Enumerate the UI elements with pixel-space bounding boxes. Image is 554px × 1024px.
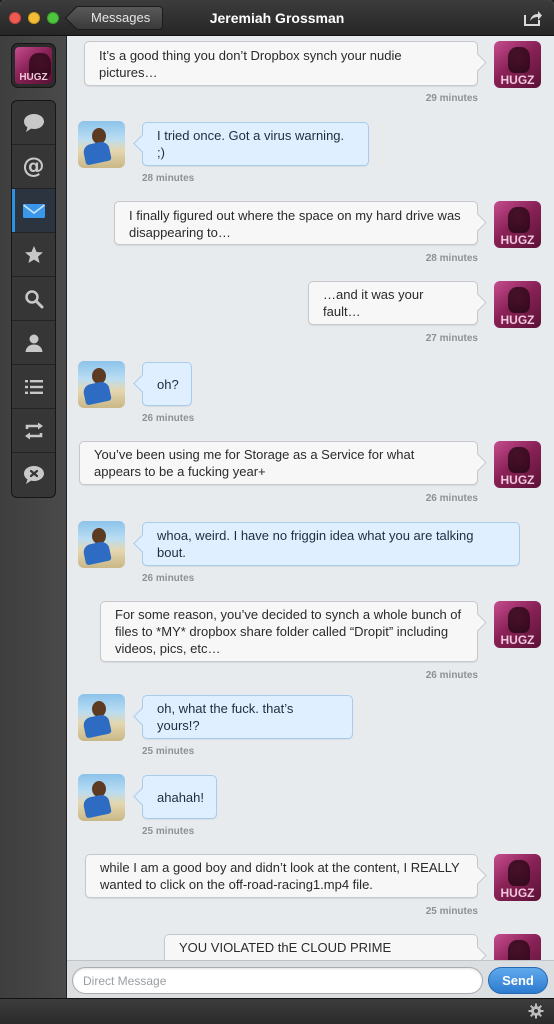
- message-text: whoa, weird. I have no friggin idea what…: [157, 528, 474, 560]
- nav-favorites[interactable]: [12, 233, 55, 277]
- my-avatar[interactable]: HUGZ: [494, 934, 541, 960]
- avatar-text: HUGZ: [500, 73, 535, 87]
- message-text: I finally figured out where the space on…: [129, 207, 461, 240]
- incoming-message[interactable]: I tried once. Got a virus warning. ;): [142, 122, 369, 166]
- direct-message-input[interactable]: [72, 967, 483, 994]
- contact-avatar[interactable]: [78, 521, 125, 568]
- outgoing-message[interactable]: YOU VIOLATED thE CLOUD PRIME DIRECTIVE: [164, 934, 478, 960]
- outgoing-message[interactable]: It’s a good thing you don’t Dropbox sync…: [84, 41, 478, 86]
- nav-search[interactable]: [12, 277, 55, 321]
- message-text: It’s a good thing you don’t Dropbox sync…: [99, 47, 402, 80]
- send-button[interactable]: Send: [488, 967, 548, 994]
- message-timestamp: 27 minutes: [425, 333, 478, 344]
- message-text: …and it was your fault…: [323, 287, 424, 319]
- message-text: For some reason, you’ve decided to synch…: [115, 607, 462, 656]
- my-avatar[interactable]: HUGZ: [494, 201, 541, 248]
- at-sign-icon: @: [22, 154, 45, 179]
- message-timestamp: 25 minutes: [425, 906, 478, 917]
- message-text: oh, what the fuck. that’s yours!?: [157, 701, 294, 733]
- incoming-message[interactable]: oh, what the fuck. that’s yours!?: [142, 695, 353, 739]
- message-timestamp: 25 minutes: [142, 826, 195, 837]
- message-text: while I am a good boy and didn’t look at…: [100, 860, 460, 892]
- nav-stack: @: [11, 100, 56, 498]
- message-timestamp: 26 minutes: [142, 573, 195, 584]
- list-icon: [24, 379, 43, 394]
- nav-messages[interactable]: [12, 189, 55, 233]
- message-text: oh?: [157, 376, 179, 392]
- message-timestamp: 28 minutes: [142, 173, 195, 184]
- message-text: ahahah!: [157, 789, 204, 805]
- search-icon: [24, 289, 43, 308]
- contact-avatar[interactable]: [78, 774, 125, 821]
- incoming-message[interactable]: whoa, weird. I have no friggin idea what…: [142, 522, 520, 566]
- nav-profile[interactable]: [12, 321, 55, 365]
- outgoing-message[interactable]: For some reason, you’ve decided to synch…: [100, 601, 478, 662]
- contact-avatar[interactable]: [78, 121, 125, 168]
- message-text: I tried once. Got a virus warning. ;): [157, 128, 345, 160]
- retweet-icon: [24, 422, 43, 439]
- my-avatar[interactable]: HUGZ: [494, 854, 541, 901]
- nav-muted[interactable]: [12, 453, 55, 497]
- account-avatar: HUGZ: [15, 47, 52, 84]
- nav-lists[interactable]: [12, 365, 55, 409]
- gear-icon[interactable]: [528, 1003, 544, 1019]
- outgoing-message[interactable]: You’ve been using me for Storage as a Se…: [79, 441, 478, 485]
- envelope-icon: [22, 203, 45, 218]
- outgoing-message[interactable]: while I am a good boy and didn’t look at…: [85, 854, 478, 898]
- nav-timeline[interactable]: [12, 101, 55, 145]
- message-timestamp: 26 minutes: [425, 493, 478, 504]
- contact-avatar[interactable]: [78, 361, 125, 408]
- message-timestamp: 28 minutes: [425, 253, 478, 264]
- bottom-bar: [0, 998, 554, 1024]
- sidebar: HUGZ @: [0, 36, 67, 998]
- nav-retweets[interactable]: [12, 409, 55, 453]
- person-icon: [25, 334, 42, 352]
- message-timestamp: 26 minutes: [142, 413, 195, 424]
- nav-mentions[interactable]: @: [12, 145, 55, 189]
- title-bar: Jeremiah Grossman Messages: [0, 0, 554, 36]
- star-icon: [24, 245, 43, 263]
- back-to-messages-button[interactable]: Messages: [74, 6, 164, 30]
- incoming-message[interactable]: ahahah!: [142, 775, 217, 819]
- incoming-message[interactable]: oh?: [142, 362, 192, 406]
- my-avatar[interactable]: HUGZ: [494, 41, 541, 88]
- share-icon[interactable]: [523, 9, 543, 27]
- my-avatar[interactable]: HUGZ: [494, 441, 541, 488]
- contact-avatar[interactable]: [78, 694, 125, 741]
- message-thread[interactable]: It’s a good thing you don’t Dropbox sync…: [67, 36, 554, 960]
- my-avatar[interactable]: HUGZ: [494, 281, 541, 328]
- avatar-text: HUGZ: [500, 233, 535, 247]
- my-avatar[interactable]: HUGZ: [494, 601, 541, 648]
- app-window: Jeremiah Grossman Messages HUGZ @ It’s a…: [0, 0, 554, 1024]
- message-timestamp: 26 minutes: [425, 670, 478, 681]
- message-text: YOU VIOLATED thE CLOUD PRIME DIRECTIVE: [179, 940, 392, 960]
- outgoing-message[interactable]: …and it was your fault…: [308, 281, 478, 325]
- composer-bar: Send: [67, 960, 554, 998]
- account-avatar-text: HUGZ: [19, 72, 48, 83]
- message-timestamp: 25 minutes: [142, 746, 195, 757]
- avatar-text: HUGZ: [500, 313, 535, 327]
- back-button-label: Messages: [91, 10, 151, 25]
- account-avatar-button[interactable]: HUGZ: [11, 43, 56, 88]
- avatar-text: HUGZ: [500, 473, 535, 487]
- message-text: You’ve been using me for Storage as a Se…: [94, 447, 415, 479]
- speech-bubble-icon: [23, 113, 44, 132]
- outgoing-message[interactable]: I finally figured out where the space on…: [114, 201, 478, 245]
- message-timestamp: 29 minutes: [425, 93, 478, 104]
- avatar-text: HUGZ: [500, 633, 535, 647]
- mute-bubble-icon: [23, 466, 44, 484]
- avatar-text: HUGZ: [500, 886, 535, 900]
